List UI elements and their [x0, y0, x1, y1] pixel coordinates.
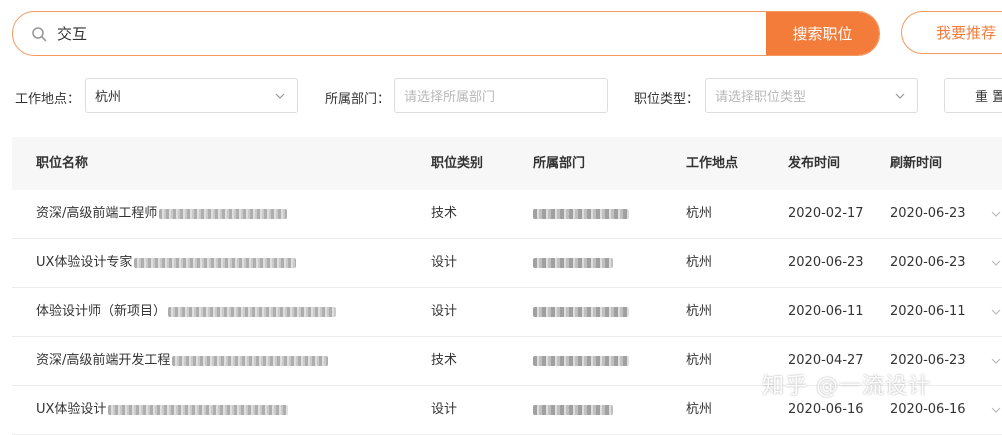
redacted-department: [533, 307, 629, 317]
job-category: 技术: [431, 353, 458, 368]
redacted-department: [533, 258, 613, 268]
job-type-select[interactable]: 请选择职位类型: [705, 78, 918, 113]
job-location: 杭州: [686, 255, 713, 270]
job-location: 杭州: [686, 304, 713, 319]
redacted-text: [159, 208, 288, 219]
column-header-location: 工作地点: [686, 156, 739, 171]
job-category: 设计: [431, 402, 458, 417]
column-header-name: 职位名称: [36, 156, 89, 171]
department-filter-label: 所属部门：: [325, 92, 391, 107]
redacted-department: [533, 356, 629, 366]
publish-date: 2020-02-17: [788, 206, 864, 221]
location-filter-label: 工作地点：: [15, 92, 81, 107]
job-title: UX体验设计: [36, 386, 289, 434]
location-select[interactable]: 杭州: [85, 78, 298, 113]
reset-button[interactable]: 重 置: [944, 78, 1002, 113]
chevron-down-icon[interactable]: [991, 307, 1001, 317]
search-button[interactable]: 搜索职位: [766, 12, 879, 55]
chevron-down-icon[interactable]: [991, 209, 1001, 219]
watermark: 知乎 @一流设计: [762, 374, 931, 399]
refresh-date: 2020-06-11: [890, 304, 966, 319]
job-title: 体验设计师（新项目）: [36, 288, 337, 336]
job-location: 杭州: [686, 206, 713, 221]
table-row[interactable]: 体验设计师（新项目） 设计 杭州 2020-06-11 2020-06-11: [12, 288, 1002, 337]
chevron-down-icon[interactable]: [991, 258, 1001, 268]
search-bar: 搜索职位: [12, 11, 880, 56]
recommend-button[interactable]: 我要推荐: [901, 11, 1002, 54]
redacted-department: [533, 209, 629, 219]
search-icon: [31, 26, 47, 42]
job-type-filter-label: 职位类型：: [634, 92, 700, 107]
chevron-down-icon[interactable]: [991, 356, 1001, 366]
redacted-text: [168, 306, 337, 317]
location-select-value: 杭州: [95, 90, 122, 105]
job-category: 设计: [431, 304, 458, 319]
job-category: 设计: [431, 255, 458, 270]
column-header-department: 所属部门: [533, 156, 586, 171]
job-title: UX体验设计专家: [36, 239, 297, 287]
table-row[interactable]: UX体验设计专家 设计 杭州 2020-06-23 2020-06-23: [12, 239, 1002, 288]
refresh-date: 2020-06-23: [890, 255, 966, 270]
search-input[interactable]: [55, 12, 766, 55]
column-header-category: 职位类别: [431, 156, 484, 171]
table-row[interactable]: 资深/高级前端工程师 技术 杭州 2020-02-17 2020-06-23: [12, 190, 1002, 239]
job-category: 技术: [431, 206, 458, 221]
job-location: 杭州: [686, 353, 713, 368]
job-location: 杭州: [686, 402, 713, 417]
department-select[interactable]: 请选择所属部门: [394, 78, 608, 113]
column-header-published: 发布时间: [788, 156, 841, 171]
redacted-text: [134, 257, 297, 268]
chevron-down-icon[interactable]: [991, 405, 1001, 415]
job-type-select-placeholder: 请选择职位类型: [715, 90, 807, 105]
redacted-department: [533, 405, 613, 415]
redacted-text: [172, 355, 329, 366]
redacted-text: [108, 404, 289, 415]
publish-date: 2020-06-23: [788, 255, 864, 270]
job-title: 资深/高级前端工程师: [36, 190, 288, 238]
department-select-placeholder: 请选择所属部门: [404, 90, 496, 105]
job-title: 资深/高级前端开发工程: [36, 337, 329, 385]
chevron-down-icon: [895, 91, 905, 101]
table-header: 职位名称 职位类别 所属部门 工作地点 发布时间 刷新时间: [12, 137, 1002, 190]
chevron-down-icon: [275, 91, 285, 101]
refresh-date: 2020-06-23: [890, 206, 966, 221]
column-header-refreshed: 刷新时间: [890, 156, 943, 171]
publish-date: 2020-06-11: [788, 304, 864, 319]
